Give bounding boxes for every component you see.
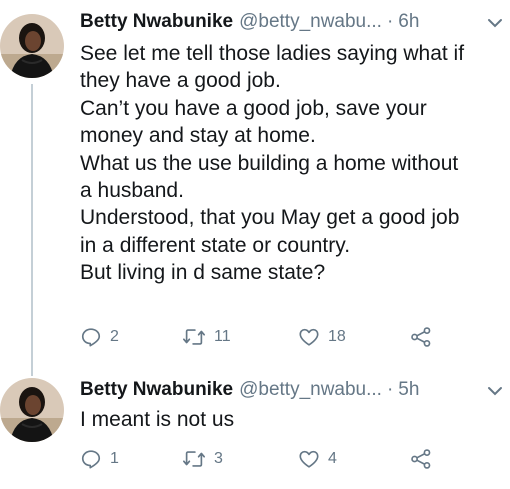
tweet-line: they have a good job. xyxy=(80,69,281,93)
separator-dot: · xyxy=(386,11,394,32)
retweet-button[interactable]: 3 xyxy=(182,448,223,470)
tweet-text: I meant is not us xyxy=(80,406,505,433)
like-button[interactable]: 18 xyxy=(298,326,346,348)
tweet-line: I meant is not us xyxy=(80,408,235,431)
tweet-actions: 1 3 4 xyxy=(80,448,500,472)
tweet-line: But living in d same state? xyxy=(80,261,326,285)
tweet-header: Betty Nwabunike @betty_nwabu... · 6h xyxy=(80,10,419,34)
tweet-line: a husband. xyxy=(80,179,184,203)
author-handle[interactable]: @betty_nwabu... xyxy=(239,10,382,34)
tweet-line: What us the use building a home without xyxy=(80,151,459,175)
tweet-line: Can’t you have a good job, save your xyxy=(80,96,427,120)
like-count: 4 xyxy=(328,450,337,467)
reply-icon xyxy=(80,326,102,348)
reply-count: 1 xyxy=(110,450,119,467)
tweet-line: Understood, that you May get a good job xyxy=(80,206,460,230)
share-icon xyxy=(410,326,432,348)
like-count: 18 xyxy=(328,328,346,345)
chevron-down-icon[interactable] xyxy=(487,384,503,396)
tweet-header: Betty Nwabunike @betty_nwabu... · 5h xyxy=(80,378,419,402)
reply-count: 2 xyxy=(110,328,119,345)
retweet-button[interactable]: 11 xyxy=(182,326,231,348)
avatar[interactable] xyxy=(0,14,64,78)
retweet-count: 3 xyxy=(214,450,223,467)
tweet-text: See let me tell those ladies saying what… xyxy=(80,40,505,287)
retweet-icon xyxy=(182,326,206,348)
timestamp[interactable]: 6h xyxy=(398,10,419,34)
avatar[interactable] xyxy=(0,378,64,442)
heart-icon xyxy=(298,448,320,470)
heart-icon xyxy=(298,326,320,348)
author-name[interactable]: Betty Nwabunike xyxy=(80,378,233,402)
share-icon xyxy=(410,448,432,470)
retweet-count: 11 xyxy=(214,328,231,345)
chevron-down-icon[interactable] xyxy=(487,16,503,28)
share-button[interactable] xyxy=(410,448,432,470)
reply-button[interactable]: 2 xyxy=(80,326,119,348)
author-name[interactable]: Betty Nwabunike xyxy=(80,10,233,34)
tweet-line: in a different state or country. xyxy=(80,233,351,257)
reply-icon xyxy=(80,448,102,470)
tweet-line: money and stay at home. xyxy=(80,124,316,148)
tweet-line: See let me tell those ladies saying what… xyxy=(80,42,465,65)
retweet-icon xyxy=(182,448,206,470)
like-button[interactable]: 4 xyxy=(298,448,337,470)
thread-line xyxy=(31,84,33,376)
reply-button[interactable]: 1 xyxy=(80,448,119,470)
timestamp[interactable]: 5h xyxy=(398,378,419,402)
tweet-actions: 2 11 18 xyxy=(80,326,500,350)
separator-dot: · xyxy=(386,379,394,400)
share-button[interactable] xyxy=(410,326,432,348)
author-handle[interactable]: @betty_nwabu... xyxy=(239,378,382,402)
